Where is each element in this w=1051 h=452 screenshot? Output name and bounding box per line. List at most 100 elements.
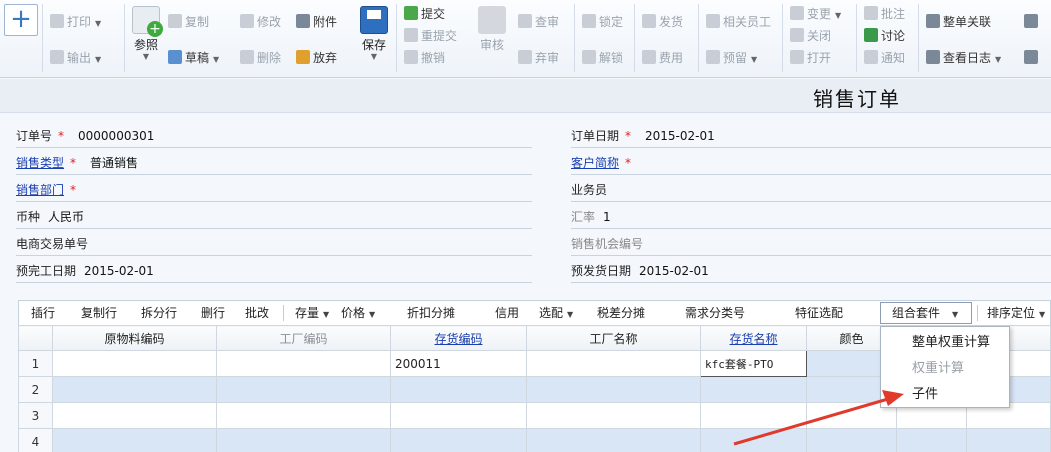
notify-button[interactable]: 通知 (864, 48, 905, 68)
planned-finish-field[interactable]: 预完工日期 2015-02-01 (16, 261, 532, 283)
grid-cell[interactable] (700, 376, 807, 403)
combo-kit-button[interactable]: 组合套件 ▼ (892, 304, 958, 322)
order-no-field[interactable]: 订单号 * 0000000301 (16, 126, 532, 148)
grid-cell[interactable] (896, 428, 967, 452)
planned-ship-field[interactable]: 预发货日期 2015-02-01 (571, 261, 1051, 283)
grid-cell[interactable] (216, 376, 391, 403)
inv-code-cell[interactable]: 200011 (390, 350, 527, 377)
change-button[interactable]: 变更 ▼ (790, 4, 841, 24)
grid-cell[interactable] (700, 428, 807, 452)
order-link-button[interactable]: 整单关联 (926, 12, 991, 32)
grid-cell[interactable] (526, 402, 701, 429)
audit-button[interactable]: 审核 (472, 4, 512, 53)
add-button[interactable]: + (4, 4, 38, 36)
feature-select-button[interactable]: 特征选配 (795, 304, 843, 322)
grid-cell[interactable] (526, 376, 701, 403)
column-header[interactable]: 存货编码 (390, 325, 527, 351)
grid-cell[interactable] (52, 376, 217, 403)
grid-cell[interactable] (390, 402, 527, 429)
filter-button[interactable] (1024, 48, 1041, 68)
sales-dept-label[interactable]: 销售部门 (16, 180, 64, 200)
price-button[interactable]: 价格 ▼ (341, 304, 375, 322)
save-button[interactable]: 保存 ▼ (354, 4, 394, 61)
menu-item-whole-weight-calc[interactable]: 整单权重计算 (912, 333, 990, 353)
submit-button[interactable]: 提交 (404, 4, 445, 24)
inv-name-cell[interactable]: kfc套餐-PTO (700, 350, 807, 377)
resubmit-button[interactable]: 重提交 (404, 26, 457, 46)
discard-button[interactable]: 放弃 (296, 48, 337, 68)
ecommerce-no-field[interactable]: 电商交易单号 (16, 234, 532, 256)
sales-type-field[interactable]: 销售类型 * 普通销售 (16, 153, 532, 175)
stock-button[interactable]: 存量 ▼ (295, 304, 329, 322)
table-row[interactable]: 4 (18, 428, 1051, 452)
grid-cell[interactable] (526, 428, 701, 452)
column-header[interactable]: 存货名称 (700, 325, 807, 351)
salesperson-field[interactable]: 业务员 (571, 180, 1051, 202)
column-header[interactable]: 工厂名称 (526, 325, 701, 351)
chevron-down-icon[interactable]: ▼ (95, 55, 101, 64)
lock-button[interactable]: 锁定 (582, 12, 623, 32)
column-header[interactable]: 工厂编码 (216, 325, 391, 351)
discuss-button[interactable]: 讨论 (864, 26, 905, 46)
grid-cell[interactable] (390, 428, 527, 452)
factory-name-cell[interactable] (526, 350, 701, 377)
chevron-down-icon[interactable]: ▼ (213, 55, 219, 64)
grid-cell[interactable] (700, 402, 807, 429)
grid-cell[interactable] (806, 428, 897, 452)
grid-cell[interactable] (390, 376, 527, 403)
ship-button[interactable]: 发货 (642, 12, 683, 32)
copy-row-button[interactable]: 复制行 (81, 304, 117, 322)
sales-type-label[interactable]: 销售类型 (16, 153, 64, 173)
annotate-button[interactable]: 批注 (864, 4, 905, 24)
discount-split-button[interactable]: 折扣分摊 (407, 304, 455, 322)
abandon-audit-button[interactable]: 弃审 (518, 48, 559, 68)
chevron-down-icon[interactable]: ▼ (835, 11, 841, 20)
related-staff-button[interactable]: 相关员工 (706, 12, 771, 32)
exchange-rate-field[interactable]: 汇率 1 (571, 207, 1051, 229)
export-button[interactable]: 输出 ▼ (50, 48, 101, 68)
chevron-down-icon[interactable]: ▼ (751, 55, 757, 64)
column-header[interactable]: 原物料编码 (52, 325, 217, 351)
delete-button[interactable]: 删除 (240, 48, 281, 68)
select-config-button[interactable]: 选配 ▼ (539, 304, 573, 322)
sort-locate-button[interactable]: 排序定位 ▼ (987, 304, 1045, 322)
draft-button[interactable]: 草稿 ▼ (168, 48, 219, 68)
raw-code-cell[interactable] (52, 350, 217, 377)
grid-cell[interactable] (52, 428, 217, 452)
view-audit-button[interactable]: 查审 (518, 12, 559, 32)
factory-code-cell[interactable] (216, 350, 391, 377)
more-button[interactable] (1024, 12, 1041, 32)
reserve-button[interactable]: 预留 ▼ (706, 48, 757, 68)
sales-dept-field[interactable]: 销售部门 * (16, 180, 532, 202)
opportunity-no-field[interactable]: 销售机会编号 (571, 234, 1051, 256)
copy-button[interactable]: 复制 (168, 12, 209, 32)
tax-diff-split-button[interactable]: 税差分摊 (597, 304, 645, 322)
chevron-down-icon[interactable]: ▼ (995, 55, 1001, 64)
expense-button[interactable]: 费用 (642, 48, 683, 68)
customer-abbr-field[interactable]: 客户简称 * (571, 153, 1051, 175)
grid-cell[interactable] (216, 428, 391, 452)
unlock-button[interactable]: 解锁 (582, 48, 623, 68)
chevron-down-icon[interactable]: ▼ (95, 19, 101, 28)
demand-class-button[interactable]: 需求分类号 (685, 304, 745, 322)
split-row-button[interactable]: 拆分行 (141, 304, 177, 322)
batch-edit-button[interactable]: 批改 (245, 304, 269, 322)
close-order-button[interactable]: 关闭 (790, 26, 831, 46)
insert-row-button[interactable]: 插行 (31, 304, 55, 322)
delete-row-button[interactable]: 删行 (201, 304, 225, 322)
customer-abbr-label[interactable]: 客户简称 (571, 153, 619, 173)
grid-cell[interactable] (216, 402, 391, 429)
grid-cell[interactable] (966, 428, 1051, 452)
credit-button[interactable]: 信用 (495, 304, 519, 322)
order-date-field[interactable]: 订单日期 * 2015-02-01 (571, 126, 1051, 148)
print-button[interactable]: 打印 ▼ (50, 12, 101, 32)
withdraw-button[interactable]: 撤销 (404, 48, 445, 68)
reference-button[interactable]: + 参照 ▼ (126, 4, 166, 61)
menu-item-child-parts[interactable]: 子件 (912, 385, 938, 405)
modify-button[interactable]: 修改 (240, 12, 281, 32)
grid-cell[interactable] (52, 402, 217, 429)
attachment-button[interactable]: 附件 (296, 12, 337, 32)
currency-field[interactable]: 币种 人民币 (16, 207, 532, 229)
open-order-button[interactable]: 打开 (790, 48, 831, 68)
view-log-button[interactable]: 查看日志 ▼ (926, 48, 1001, 68)
